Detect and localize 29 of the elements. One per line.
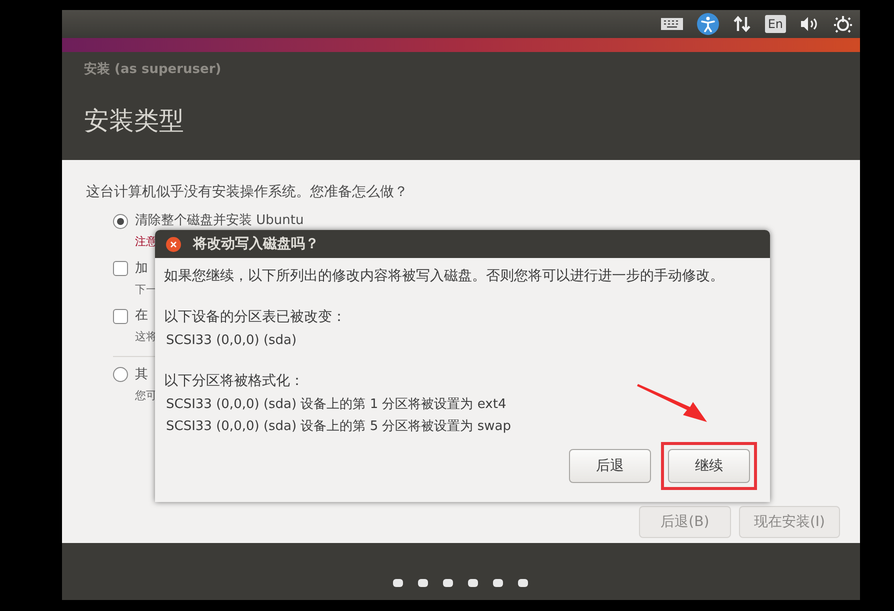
- section-item: SCSI33 (0,0,0) (sda) 设备上的第 5 分区将被设置为 swap: [166, 418, 512, 436]
- dialog-button[interactable]: 后退: [569, 449, 651, 483]
- section-item: SCSI33 (0,0,0) (sda): [166, 332, 298, 350]
- option-note: 这将: [135, 329, 157, 345]
- option-label: 其: [135, 366, 148, 382]
- page-heading: 安装类型: [84, 104, 185, 136]
- section-heading: 以下设备的分区表已被改变：: [164, 308, 347, 327]
- checkbox[interactable]: [113, 261, 128, 276]
- dialog-button[interactable]: 继续: [668, 449, 750, 483]
- dialog-title: 将改动写入磁盘吗？: [193, 234, 319, 254]
- power-gear-icon[interactable]: [834, 15, 852, 33]
- progress-dots-icon: [393, 578, 529, 588]
- window-title: 安装 (as superuser): [84, 60, 222, 79]
- radio-button[interactable]: [113, 214, 128, 228]
- volume-icon[interactable]: [800, 16, 820, 32]
- accessibility-icon[interactable]: [696, 13, 719, 35]
- option-label: 清除整个磁盘并安装 Ubuntu: [135, 213, 304, 229]
- dialog-message: 如果您继续，以下所列出的修改内容将被写入磁盘。否则您将可以进行进一步的手动修改。: [164, 267, 725, 286]
- checkbox[interactable]: [113, 308, 128, 324]
- section-heading: 以下分区将被格式化：: [164, 372, 305, 390]
- option-label: 加: [135, 260, 148, 276]
- keyboard-icon[interactable]: [660, 18, 683, 30]
- close-icon[interactable]: [166, 236, 181, 252]
- radio-button[interactable]: [113, 367, 128, 382]
- option-label: 在: [135, 308, 148, 324]
- keyboard-layout-indicator[interactable]: En: [764, 15, 786, 33]
- network-arrows-icon[interactable]: [732, 15, 751, 33]
- question-text: 这台计算机似乎没有安装操作系统。您准备怎么做？: [86, 183, 409, 202]
- section-item: SCSI33 (0,0,0) (sda) 设备上的第 1 分区将被设置为 ext4: [166, 396, 508, 414]
